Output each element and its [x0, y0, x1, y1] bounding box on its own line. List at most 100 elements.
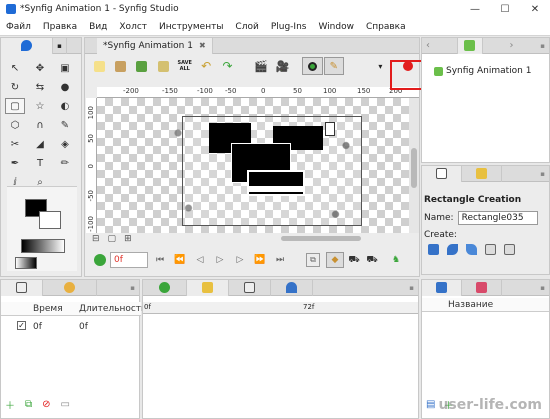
default-gradient-icon[interactable] [15, 257, 37, 269]
rotate-tool-icon[interactable]: ↻ [5, 79, 25, 95]
menu-edit[interactable]: Правка [37, 22, 83, 32]
close-button[interactable]: ✕ [520, 0, 550, 18]
tab-synfig-animation-1[interactable]: *Synfig Animation 1 ✖ [97, 37, 213, 54]
tab-sets[interactable] [462, 279, 502, 296]
column-time-header[interactable]: Время [33, 304, 63, 314]
preview-button[interactable]: 🎥 [272, 57, 292, 75]
create-rectangle-layer-icon[interactable] [428, 243, 439, 255]
save-all-button[interactable]: SAVE ALL [175, 57, 195, 75]
menu-tools[interactable]: Инструменты [153, 22, 229, 32]
menu-help[interactable]: Справка [360, 22, 412, 32]
tab-sound[interactable] [229, 279, 271, 296]
bounds-toggle-icon[interactable]: ⧉ [306, 253, 320, 267]
black-white-rectangle[interactable] [247, 170, 305, 196]
star-tool-icon[interactable]: ☆ [30, 98, 50, 114]
next-keyframe-icon[interactable]: ⏩ [252, 252, 268, 268]
small-white-rectangle[interactable] [325, 122, 335, 136]
render-button[interactable]: 🎬 [251, 57, 271, 75]
horizontal-scroll-thumb[interactable] [281, 236, 361, 241]
width-tool-icon[interactable]: ◢ [30, 136, 50, 152]
seek-end-icon[interactable]: ⏭ [272, 252, 288, 268]
rectangle-tool-icon[interactable]: ▢ [5, 98, 25, 114]
toolbar-dropdown-icon[interactable]: ▾ [370, 57, 390, 75]
zoom-in-icon[interactable]: ⊞ [124, 234, 132, 244]
keyframe-past-icon[interactable]: ⛟ [346, 252, 362, 268]
menu-view[interactable]: Вид [83, 22, 113, 32]
sketch-tool-icon[interactable]: ✏ [55, 155, 75, 171]
save-as-button[interactable] [153, 57, 173, 75]
tab-curves[interactable] [187, 279, 229, 296]
keyframe-lock-icon[interactable] [94, 254, 106, 266]
toolbox-tab[interactable] [1, 37, 53, 54]
create-outline-layer-icon[interactable] [466, 243, 477, 255]
minimize-button[interactable]: — [460, 0, 490, 18]
smooth-move-tool-icon[interactable]: ✥ [30, 60, 50, 76]
panel-close-icon[interactable]: ▪ [540, 42, 545, 50]
keyframe-future-icon[interactable]: ⛟ [364, 252, 380, 268]
draw-tool-icon[interactable]: ✎ [55, 117, 75, 133]
raise-layer-icon[interactable]: ▤ [426, 399, 435, 410]
menu-layer[interactable]: Слой [229, 22, 264, 32]
menu-file[interactable]: Файл [0, 22, 37, 32]
tab-library-panel[interactable] [271, 279, 313, 296]
menu-plugins[interactable]: Plug-Ins [265, 22, 313, 32]
new-file-button[interactable] [89, 57, 109, 75]
gradient-swatch[interactable] [21, 239, 65, 253]
tab-canvas-browser[interactable] [456, 37, 483, 54]
tab-tool-options[interactable] [422, 165, 462, 182]
keyframe-properties-icon[interactable]: ▭ [61, 399, 70, 410]
animation-mode-figure-icon[interactable]: ♞ [388, 252, 404, 268]
chevron-right-icon[interactable]: › [510, 40, 514, 51]
save-button[interactable] [132, 57, 152, 75]
menu-canvas[interactable]: Холст [113, 22, 153, 32]
prev-frame-icon[interactable]: ◁ [192, 252, 208, 268]
spline-tool-icon[interactable]: ∩ [30, 117, 50, 133]
menu-window[interactable]: Window [312, 22, 360, 32]
redo-button[interactable]: ↷ [217, 57, 237, 75]
add-keyframe-icon[interactable]: ＋ [5, 397, 15, 412]
vertical-scrollbar[interactable] [409, 98, 419, 233]
chevron-left-icon[interactable]: ‹ [426, 40, 430, 51]
prev-keyframe-icon[interactable]: ⏪ [172, 252, 188, 268]
draft-toggle[interactable]: ✎ [323, 57, 345, 75]
eyedrop-tool-icon[interactable]: ✒ [5, 155, 25, 171]
panel-close-icon[interactable]: ▪ [540, 284, 545, 292]
open-file-button[interactable] [110, 57, 130, 75]
cutout-tool-icon[interactable]: ✂ [5, 136, 25, 152]
duplicate-keyframe-icon[interactable]: ⧉ [25, 399, 32, 410]
timetrack-area[interactable] [143, 314, 418, 418]
canvas-workarea[interactable] [97, 98, 409, 233]
column-duration-header[interactable]: Длительность [79, 304, 146, 314]
interpolation-icon[interactable]: ◆ [326, 252, 344, 268]
gradient-tool-icon[interactable]: ◐ [55, 98, 75, 114]
fill-color-swatch[interactable] [39, 211, 61, 229]
create-plant-layer-icon[interactable] [504, 243, 515, 255]
current-frame-input[interactable]: 0f [110, 252, 148, 268]
tab-graphs[interactable] [143, 279, 187, 296]
panel-close-icon[interactable]: ▪ [130, 284, 135, 292]
tab-params[interactable] [1, 279, 43, 296]
zoom-fit-icon[interactable]: ▢ [108, 234, 117, 244]
create-advanced-outline-icon[interactable] [485, 243, 496, 255]
text-tool-icon[interactable]: T [30, 155, 50, 171]
scale-tool-icon[interactable]: ▣ [55, 60, 75, 76]
vertical-scroll-thumb[interactable] [411, 148, 417, 188]
close-tab-icon[interactable]: ✖ [199, 41, 206, 50]
onion-skin-toggle[interactable] [302, 57, 323, 75]
panel-close-icon[interactable]: ▪ [540, 170, 545, 178]
zoom-out-icon[interactable]: ⊟ [92, 234, 100, 244]
layer-name-input[interactable]: Rectangle035 [457, 211, 538, 225]
time-ruler[interactable]: 0f 72f [143, 302, 418, 314]
undo-button[interactable]: ↶ [196, 57, 216, 75]
tab-library[interactable] [462, 165, 502, 182]
create-region-layer-icon[interactable] [447, 243, 458, 255]
tab-keyframes[interactable] [43, 279, 97, 296]
column-name-header[interactable]: Название [448, 300, 493, 310]
circle-tool-icon[interactable]: ● [55, 79, 75, 95]
polygon-tool-icon[interactable]: ⬡ [5, 117, 25, 133]
play-icon[interactable]: ▷ [212, 252, 228, 268]
transform-tool-icon[interactable]: ↖ [5, 60, 25, 76]
tab-layers[interactable] [422, 279, 462, 296]
canvas-browser-item[interactable]: Synfig Animation 1 [434, 66, 531, 76]
mirror-tool-icon[interactable]: ⇆ [30, 79, 50, 95]
